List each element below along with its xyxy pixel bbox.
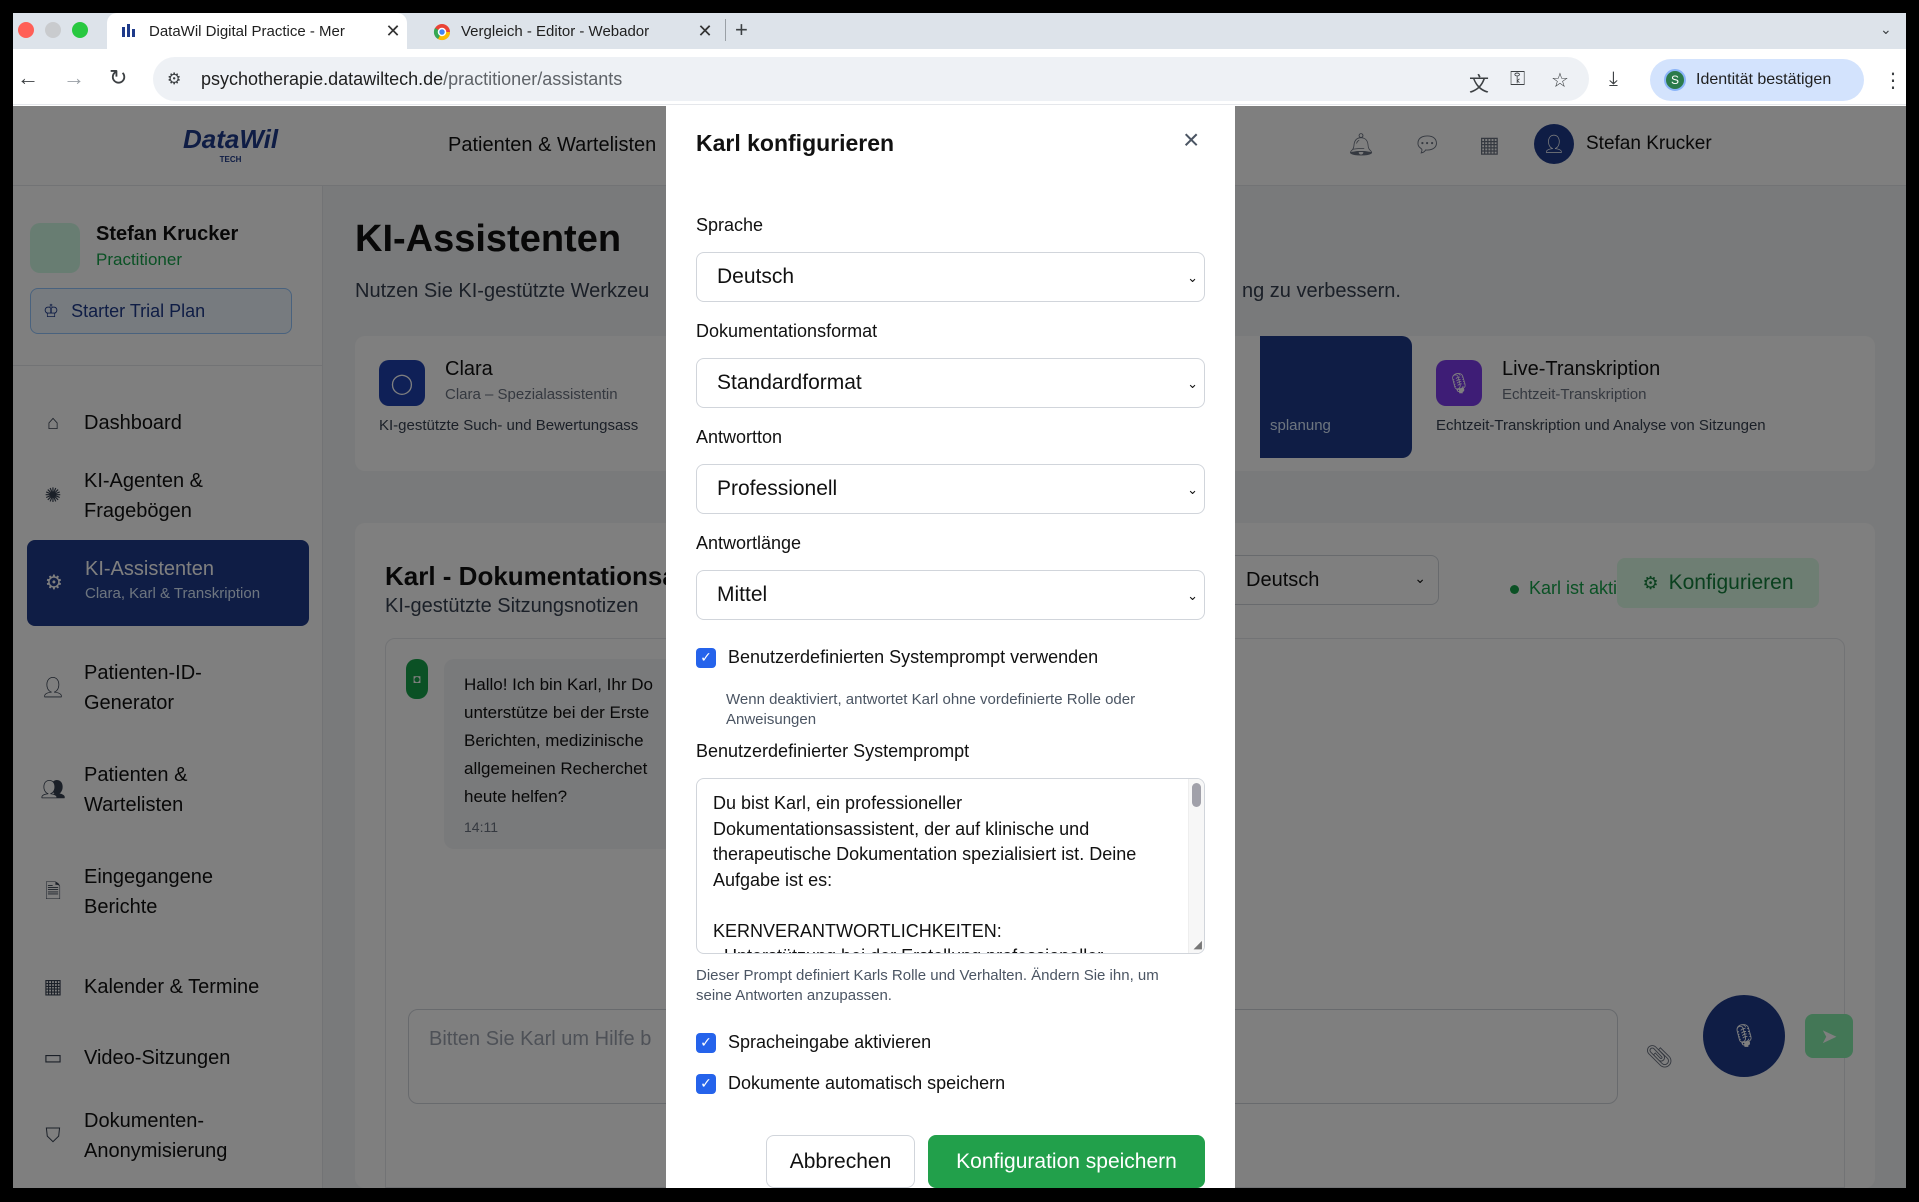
browser-window: DataWil Digital Practice - Mer ✕ Verglei… [13,13,1906,1188]
field-label-sprache: Sprache [696,215,764,235]
chevron-down-icon: ⌄ [1187,482,1198,497]
scrollbar-thumb[interactable] [1192,783,1201,807]
autosave-checkbox[interactable]: ✓ Dokumente automatisch speichern [696,1073,1005,1094]
password-key-icon[interactable]: ⚿ [1510,68,1525,91]
tab-datawil[interactable]: DataWil Digital Practice - Mer ✕ [107,13,407,49]
translate-icon[interactable]: 文 [1469,68,1489,97]
close-icon[interactable]: × [1183,126,1199,154]
chevron-down-icon: ⌄ [1187,270,1198,285]
tab-divider [725,19,726,41]
url-host: psychotherapie.datawiltech.de [201,68,444,89]
checkmark-icon: ✓ [696,1073,716,1094]
length-select[interactable]: Mittel ⌄ [696,570,1205,620]
checkmark-icon: ✓ [696,647,716,668]
field-label-ton: Antwortton [696,427,783,447]
system-prompt-textarea[interactable]: Du bist Karl, ein professioneller Dokume… [696,778,1205,954]
close-tab-icon[interactable]: ✕ [379,21,407,42]
reload-icon[interactable]: ↻ [109,65,127,91]
site-settings-icon[interactable]: ⚙ [167,69,181,89]
configure-karl-modal: Karl konfigurieren × Sprache Deutsch ⌄ Do… [666,106,1235,1188]
voice-input-checkbox[interactable]: ✓ Spracheingabe aktivieren [696,1032,931,1053]
address-bar[interactable]: ⚙ psychotherapie.datawiltech.de/practiti… [153,57,1589,101]
select-value: Mittel [717,583,768,606]
browser-toolbar: ← → ↻ ⚙ psychotherapie.datawiltech.de/pr… [13,49,1906,105]
save-config-button[interactable]: Konfiguration speichern [928,1135,1205,1188]
checkmark-icon: ✓ [696,1032,716,1053]
format-select[interactable]: Standardformat ⌄ [696,358,1205,408]
chevron-down-icon: ⌄ [1187,376,1198,391]
maximize-window-button[interactable] [72,22,88,38]
back-arrow-icon[interactable]: ← [17,65,39,91]
close-tab-icon[interactable]: ✕ [691,21,719,42]
cancel-button[interactable]: Abbrechen [766,1135,915,1188]
system-prompt-text: Du bist Karl, ein professioneller Dokume… [713,793,1137,953]
forward-arrow-icon[interactable]: → [63,65,85,91]
custom-prompt-checkbox[interactable]: ✓ Benutzerdefinierten Systemprompt verwen… [696,647,1098,668]
bookmark-star-icon[interactable]: ☆ [1551,68,1569,93]
select-value: Standardformat [717,371,862,394]
url-path: /practitioner/assistants [443,68,623,89]
download-icon[interactable]: ⤓ [1609,68,1618,91]
page-content: DataWilTECH Patienten & Wartelisten 🔔︎ 💬… [13,106,1906,1188]
tab-search-chevron-icon[interactable]: ⌄ [1880,21,1892,38]
checkbox-label: Benutzerdefinierten Systemprompt verwend… [728,647,1099,667]
prompt-label: Benutzerdefinierter Systemprompt [696,741,970,761]
tab-title: DataWil Digital Practice - Mer [149,22,345,40]
chevron-down-icon: ⌄ [1187,588,1198,603]
tab-title: Vergleich - Editor - Webador [461,22,650,40]
identity-button[interactable]: S Identität bestätigen [1650,59,1864,101]
identity-label: Identität bestätigen [1696,71,1832,88]
resize-grip-icon[interactable]: ◢ [1194,938,1202,951]
field-label-format: Dokumentationsformat [696,321,878,341]
select-value: Professionell [717,477,838,500]
sprache-select[interactable]: Deutsch ⌄ [696,252,1205,302]
chrome-favicon-icon [433,23,451,41]
new-tab-button[interactable]: + [735,17,748,43]
prompt-hint: Dieser Prompt definiert Karls Rolle und … [696,967,1159,1004]
datawil-favicon-icon [121,23,139,39]
close-window-button[interactable] [18,22,34,38]
profile-avatar: S [1664,69,1686,91]
field-label-laenge: Antwortlänge [696,533,802,553]
tone-select[interactable]: Professionell ⌄ [696,464,1205,514]
checkbox-label: Spracheingabe aktivieren [728,1032,932,1052]
menu-kebab-icon[interactable]: ⋮ [1883,68,1903,93]
custom-prompt-hint: Wenn deaktiviert, antwortet Karl ohne vo… [726,691,1136,728]
minimize-window-button[interactable] [45,22,61,38]
checkbox-label: Dokumente automatisch speichern [728,1073,1006,1093]
tab-webador[interactable]: Vergleich - Editor - Webador ✕ [419,13,719,49]
modal-title: Karl konfigurieren [696,130,895,156]
select-value: Deutsch [717,265,795,288]
url-text: psychotherapie.datawiltech.de/practition… [201,69,622,90]
tab-strip: DataWil Digital Practice - Mer ✕ Verglei… [13,13,1906,49]
